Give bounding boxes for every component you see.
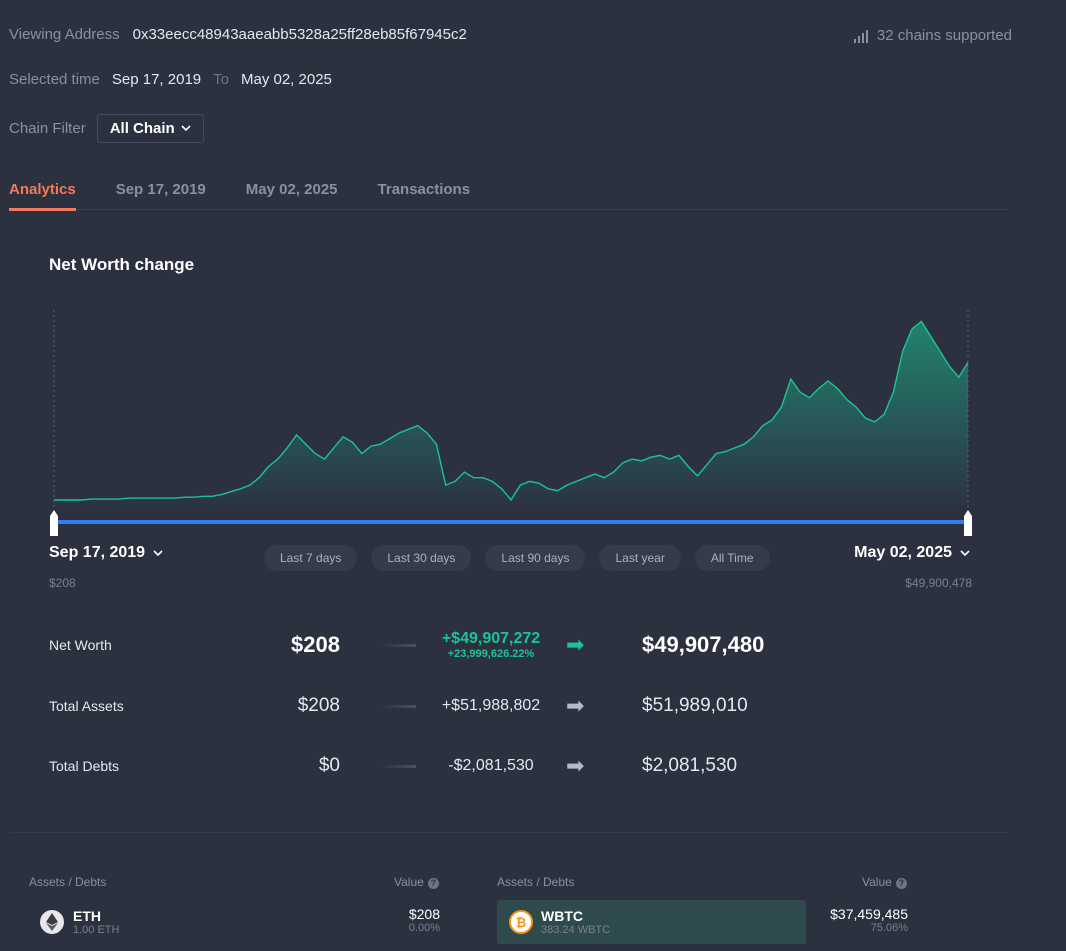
tab-transactions[interactable]: Transactions — [378, 181, 471, 210]
asset-value: $37,459,485 — [830, 906, 908, 922]
range-last-7-days[interactable]: Last 7 days — [264, 545, 358, 571]
chain-filter-value: All Chain — [109, 120, 175, 137]
asset-value: $208 — [408, 906, 440, 922]
left-assets-header: Assets / Debts — [29, 875, 107, 889]
chevron-down-icon — [181, 125, 191, 132]
chart-title: Net Worth change — [49, 255, 195, 274]
net-worth-change-value: +$49,907,272 — [441, 630, 541, 647]
tab-bar: Analytics Sep 17, 2019 May 02, 2025 Tran… — [9, 181, 1008, 211]
chains-supported-text: 32 chains supported — [876, 27, 1012, 44]
asset-name: ETH — [73, 908, 101, 924]
net-worth-chart[interactable] — [0, 300, 1066, 540]
net-worth-label: Net Worth — [49, 637, 112, 653]
chevron-down-icon — [960, 549, 970, 556]
asset-row-wbtc[interactable]: ₿ WBTC 383.24 WBTC — [509, 900, 610, 944]
range-buttons: Last 7 days Last 30 days Last 90 days La… — [264, 545, 770, 571]
left-value-header: Value? — [394, 875, 439, 889]
arrow-right-icon: ➡ — [566, 753, 585, 778]
left-value-header-label: Value — [394, 875, 424, 889]
chain-filter-label: Chain Filter — [9, 120, 86, 137]
chart-end-value: $49,900,478 — [905, 576, 972, 590]
fade-divider — [380, 704, 416, 708]
net-worth-to: $49,907,480 — [642, 632, 765, 657]
asset-value-wbtc: $37,459,485 75.06% — [830, 906, 908, 934]
total-debts-change: -$2,081,530 — [448, 757, 534, 774]
asset-value-eth: $208 0.00% — [409, 906, 440, 934]
tab-end-date[interactable]: May 02, 2025 — [246, 181, 338, 210]
total-assets-change: +$51,988,802 — [441, 697, 541, 714]
start-date[interactable]: Sep 17, 2019 — [112, 71, 201, 88]
eth-icon — [40, 910, 64, 934]
net-worth-change: +$49,907,272 +23,999,626.22% — [416, 630, 566, 660]
total-assets-row: Total Assets $208 +$51,988,802 ➡ $51,989… — [49, 686, 769, 726]
asset-share: 0.00% — [408, 922, 440, 934]
net-worth-change-pct: +23,999,626.22% — [447, 648, 535, 660]
fade-divider — [380, 764, 416, 768]
range-handle-end[interactable] — [964, 510, 972, 536]
range-last-year[interactable]: Last year — [599, 545, 681, 571]
chart-start-date[interactable]: Sep 17, 2019 — [49, 544, 163, 562]
range-all-time[interactable]: All Time — [694, 545, 770, 571]
total-assets-label: Total Assets — [49, 698, 124, 714]
chevron-down-icon — [153, 549, 163, 556]
total-debts-from: $0 — [318, 755, 340, 776]
total-debts-to: $2,081,530 — [642, 755, 738, 776]
chart-start-value: $208 — [49, 576, 76, 590]
help-icon[interactable]: ? — [427, 878, 439, 889]
right-value-header-label: Value — [862, 875, 892, 889]
asset-row-eth[interactable]: ETH 1.00 ETH — [40, 900, 119, 944]
signal-bars-icon — [853, 29, 868, 43]
total-assets-to: $51,989,010 — [642, 695, 748, 716]
btc-icon: ₿ — [509, 910, 533, 934]
total-debts-row: Total Debts $0 -$2,081,530 ➡ $2,081,530 — [49, 746, 769, 786]
asset-amount: 383.24 WBTC — [541, 924, 611, 936]
range-last-30-days[interactable]: Last 30 days — [371, 545, 472, 571]
net-worth-area — [54, 321, 968, 505]
selected-time-label: Selected time — [9, 71, 100, 88]
section-divider — [9, 832, 1008, 833]
help-icon[interactable]: ? — [895, 878, 907, 889]
asset-name: WBTC — [541, 908, 583, 924]
tab-start-date[interactable]: Sep 17, 2019 — [116, 181, 206, 210]
range-handle-start[interactable] — [50, 510, 58, 536]
arrow-right-icon: ➡ — [566, 632, 585, 657]
total-debts-label: Total Debts — [49, 758, 120, 774]
to-label: To — [213, 71, 229, 88]
chart-end-date[interactable]: May 02, 2025 — [854, 544, 970, 562]
fade-divider — [380, 643, 416, 647]
range-selection-bar[interactable] — [54, 520, 968, 524]
end-date[interactable]: May 02, 2025 — [241, 71, 332, 88]
selected-time-row: Selected time Sep 17, 2019 To May 02, 20… — [9, 71, 332, 88]
chain-filter-row: Chain Filter All Chain — [9, 114, 204, 143]
chart-start-date-label: Sep 17, 2019 — [49, 544, 146, 561]
chain-filter-select[interactable]: All Chain — [96, 114, 204, 143]
chains-supported: 32 chains supported — [853, 27, 1012, 44]
address-row: Viewing Address 0x33eecc48943aaeabb5328a… — [9, 26, 467, 43]
viewing-address-label: Viewing Address — [9, 26, 120, 43]
arrow-right-icon: ➡ — [566, 693, 585, 718]
total-assets-from: $208 — [297, 695, 340, 716]
right-value-header: Value? — [862, 875, 907, 889]
net-worth-row: Net Worth $208 +$49,907,272 +23,999,626.… — [49, 625, 769, 665]
wallet-address[interactable]: 0x33eecc48943aaeabb5328a25ff28eb85f67945… — [133, 26, 467, 43]
asset-amount: 1.00 ETH — [73, 924, 120, 936]
right-assets-header: Assets / Debts — [497, 875, 575, 889]
chart-end-date-label: May 02, 2025 — [854, 544, 952, 561]
tab-analytics[interactable]: Analytics — [9, 181, 76, 211]
range-last-90-days[interactable]: Last 90 days — [485, 545, 586, 571]
net-worth-from: $208 — [291, 632, 340, 657]
asset-share: 75.06% — [870, 922, 908, 934]
